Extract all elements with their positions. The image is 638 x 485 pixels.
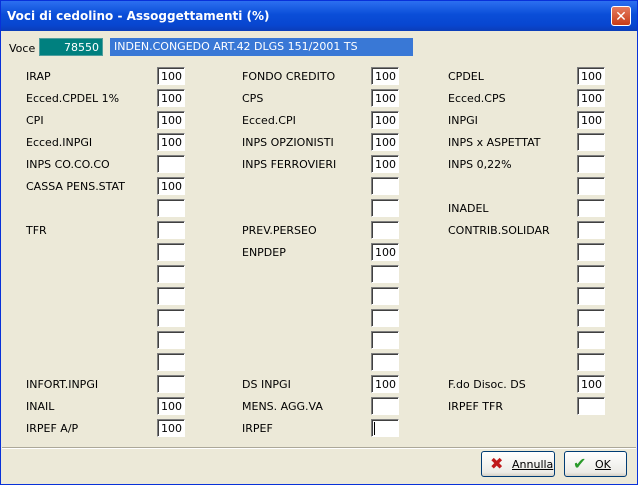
cancel-x-icon: ✖ xyxy=(490,454,504,473)
col2-value-field[interactable]: 100 xyxy=(371,375,399,393)
col2-value-field[interactable] xyxy=(371,287,399,305)
col1-label: INPS CO.CO.CO xyxy=(26,158,110,171)
col2-label: Ecced.CPI xyxy=(242,114,296,127)
col3-label: CONTRIB.SOLIDAR xyxy=(448,224,550,237)
col2-value-field[interactable] xyxy=(371,199,399,217)
col2-label: DS INPGI xyxy=(242,378,291,391)
col3-label: F.do Disoc. DS xyxy=(448,378,526,391)
col2-value-field[interactable] xyxy=(371,331,399,349)
col2-value-field[interactable] xyxy=(371,221,399,239)
col2-value-field[interactable] xyxy=(371,265,399,283)
col1-value-field[interactable]: 100 xyxy=(157,133,185,151)
col1-value-field[interactable]: 100 xyxy=(157,111,185,129)
col3-value-field[interactable] xyxy=(577,177,605,195)
col3-label: IRPEF TFR xyxy=(448,400,503,413)
col1-value-field[interactable]: 100 xyxy=(157,419,185,437)
col1-value-field[interactable]: 100 xyxy=(157,67,185,85)
col3-value-field[interactable] xyxy=(577,309,605,327)
col2-value-field[interactable]: 100 xyxy=(371,155,399,173)
col2-value-field[interactable] xyxy=(371,177,399,195)
col2-label: INPS OPZIONISTI xyxy=(242,136,334,149)
col2-label: PREV.PERSEO xyxy=(242,224,317,237)
col3-value-field[interactable] xyxy=(577,199,605,217)
col3-value-field[interactable]: 100 xyxy=(577,67,605,85)
col3-value-field[interactable] xyxy=(577,353,605,371)
voce-description-field: INDEN.CONGEDO ART.42 DLGS 151/2001 TS xyxy=(110,38,413,56)
col3-label: INPS 0,22% xyxy=(448,158,512,171)
col1-value-field[interactable] xyxy=(157,155,185,173)
col2-label: CPS xyxy=(242,92,264,105)
col1-label: Ecced.INPGI xyxy=(26,136,93,149)
col3-value-field[interactable]: 100 xyxy=(577,111,605,129)
col1-label: TFR xyxy=(26,224,47,237)
col1-value-field[interactable] xyxy=(157,331,185,349)
col3-label: Ecced.CPS xyxy=(448,92,506,105)
cancel-label: Annulla xyxy=(512,458,554,471)
col2-label: INPS FERROVIERI xyxy=(242,158,337,171)
col2-value-field[interactable]: 100 xyxy=(371,133,399,151)
col1-label: INFORT.INPGI xyxy=(26,378,99,391)
col2-value-field[interactable] xyxy=(371,353,399,371)
voce-label: Voce xyxy=(9,42,36,55)
col1-value-field[interactable]: 100 xyxy=(157,177,185,195)
col1-value-field[interactable]: 100 xyxy=(157,89,185,107)
ok-button[interactable]: ✔ OK xyxy=(564,451,627,477)
close-icon: ✕ xyxy=(615,9,627,25)
col2-value-field[interactable]: 100 xyxy=(371,111,399,129)
cancel-button[interactable]: ✖ Annulla xyxy=(481,451,555,477)
col1-value-field[interactable] xyxy=(157,265,185,283)
voce-code-field[interactable]: 78550 xyxy=(39,38,103,56)
col3-value-field[interactable] xyxy=(577,133,605,151)
col2-value-field[interactable]: 100 xyxy=(371,89,399,107)
col3-value-field[interactable] xyxy=(577,221,605,239)
col3-value-field[interactable]: 100 xyxy=(577,89,605,107)
col3-value-field[interactable] xyxy=(577,331,605,349)
col1-label: CPI xyxy=(26,114,44,127)
col2-label: ENPDEP xyxy=(242,246,286,259)
col2-label: IRPEF xyxy=(242,422,273,435)
separator xyxy=(2,447,636,449)
col3-value-field[interactable] xyxy=(577,155,605,173)
col1-value-field[interactable] xyxy=(157,375,185,393)
col2-value-field[interactable]: 100 xyxy=(371,67,399,85)
window-title: Voci di cedolino - Assoggettamenti (%) xyxy=(7,9,270,23)
col2-value-field[interactable] xyxy=(371,419,399,437)
col1-label: IRAP xyxy=(26,70,51,83)
col1-value-field[interactable] xyxy=(157,199,185,217)
col3-value-field[interactable] xyxy=(577,243,605,261)
col3-value-field[interactable] xyxy=(577,287,605,305)
close-button[interactable]: ✕ xyxy=(611,6,631,26)
col3-label: CPDEL xyxy=(448,70,484,83)
dialog-window: Voci di cedolino - Assoggettamenti (%) ✕… xyxy=(0,0,638,485)
ok-label: OK xyxy=(595,458,611,471)
col2-label: FONDO CREDITO xyxy=(242,70,336,83)
col1-value-field[interactable] xyxy=(157,287,185,305)
col3-value-field[interactable] xyxy=(577,397,605,415)
col1-value-field[interactable]: 100 xyxy=(157,397,185,415)
col2-value-field[interactable] xyxy=(371,397,399,415)
col1-label: CASSA PENS.STAT xyxy=(26,180,125,193)
col1-value-field[interactable] xyxy=(157,309,185,327)
ok-check-icon: ✔ xyxy=(573,454,587,473)
col1-label: IRPEF A/P xyxy=(26,422,79,435)
col1-value-field[interactable] xyxy=(157,221,185,239)
col3-value-field[interactable]: 100 xyxy=(577,375,605,393)
col1-label: Ecced.CPDEL 1% xyxy=(26,92,120,105)
col2-label: MENS. AGG.VA xyxy=(242,400,323,413)
col1-value-field[interactable] xyxy=(157,353,185,371)
title-bar[interactable]: Voci di cedolino - Assoggettamenti (%) ✕ xyxy=(1,1,637,31)
col2-value-field[interactable] xyxy=(371,309,399,327)
col2-value-field[interactable]: 100 xyxy=(371,243,399,261)
col3-label: INPGI xyxy=(448,114,478,127)
col3-value-field[interactable] xyxy=(577,265,605,283)
col1-value-field[interactable] xyxy=(157,243,185,261)
col1-label: INAIL xyxy=(26,400,55,413)
col3-label: INADEL xyxy=(448,202,489,215)
col3-label: INPS x ASPETTAT xyxy=(448,136,541,149)
